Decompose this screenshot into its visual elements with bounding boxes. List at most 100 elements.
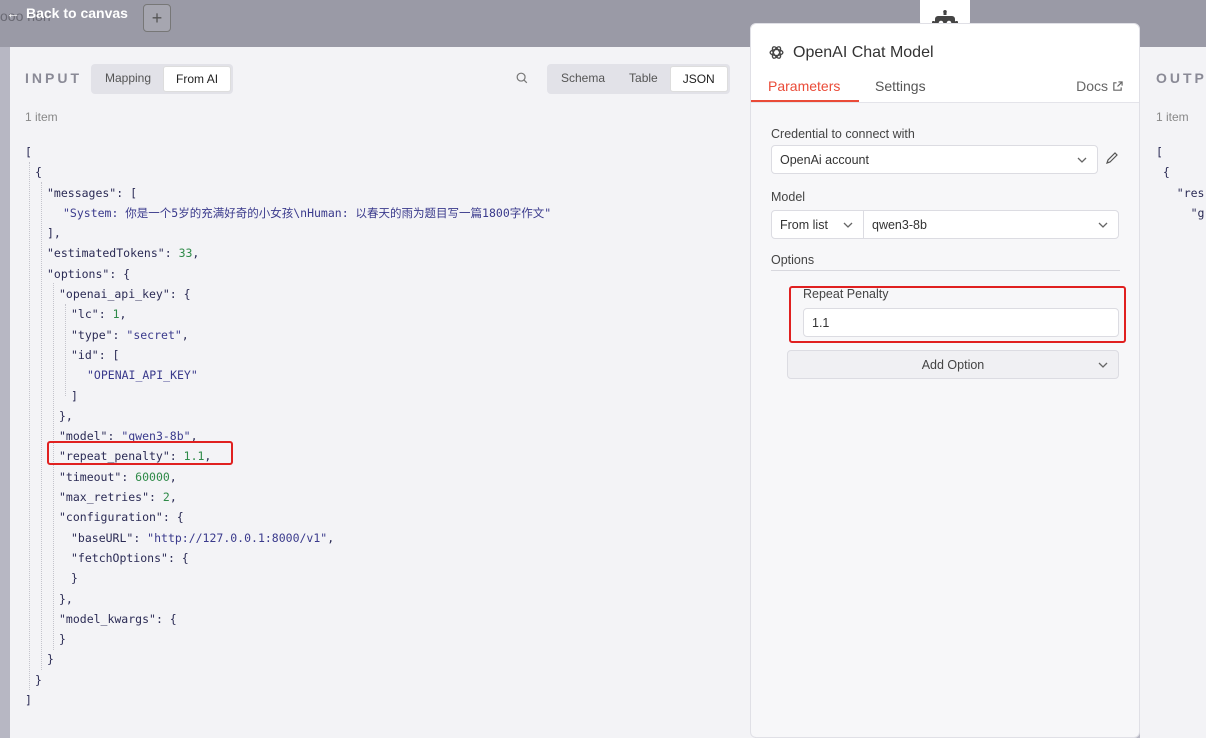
json-line: "id": [ bbox=[25, 345, 740, 365]
json-line: "options": { bbox=[25, 264, 740, 284]
json-punctuation: : { bbox=[169, 287, 191, 302]
model-label: Model bbox=[771, 190, 806, 204]
output-panel-label: OUTPU bbox=[1156, 70, 1206, 86]
mapping-option-mapping[interactable]: Mapping bbox=[93, 66, 163, 92]
json-line: "model_kwargs": { bbox=[25, 609, 740, 629]
credential-label: Credential to connect with bbox=[771, 127, 915, 141]
model-mode-select[interactable]: From list bbox=[771, 210, 864, 239]
json-key[interactable]: "estimatedTokens" bbox=[47, 246, 165, 260]
json-punctuation: : bbox=[149, 490, 163, 505]
json-string[interactable]: "secret" bbox=[126, 328, 181, 342]
json-number[interactable]: 1 bbox=[113, 307, 120, 321]
json-line: "type": "secret", bbox=[25, 325, 740, 345]
json-key[interactable]: "model_kwargs" bbox=[59, 612, 156, 626]
view-option-table[interactable]: Table bbox=[617, 66, 670, 92]
json-line: "messages": [ bbox=[25, 183, 740, 203]
node-title: OpenAI Chat Model bbox=[793, 44, 934, 61]
output-json-preview: [ { "res "g bbox=[1156, 145, 1205, 220]
add-option-label: Add Option bbox=[921, 357, 985, 372]
json-line: } bbox=[25, 568, 740, 588]
json-viewer: [{"messages": ["System: 你是一个5岁的充满好奇的小女孩\… bbox=[25, 142, 740, 710]
repeat-penalty-json-highlight bbox=[47, 441, 233, 465]
json-key[interactable]: "options" bbox=[47, 267, 109, 281]
json-line: ], bbox=[25, 223, 740, 243]
options-divider bbox=[771, 270, 1120, 271]
view-option-schema[interactable]: Schema bbox=[549, 66, 617, 92]
view-toggle: Schema Table JSON bbox=[547, 64, 730, 94]
json-line: ] bbox=[25, 386, 740, 406]
json-punctuation: }, bbox=[59, 408, 73, 423]
docs-link[interactable]: Docs bbox=[1076, 78, 1123, 94]
add-node-button[interactable]: + bbox=[143, 4, 171, 32]
json-key[interactable]: "type" bbox=[71, 328, 113, 342]
add-option-button[interactable]: Add Option bbox=[787, 350, 1119, 379]
json-punctuation: , bbox=[327, 530, 335, 545]
output-item-count: 1 item bbox=[1156, 110, 1189, 124]
json-punctuation: , bbox=[181, 327, 189, 342]
json-key[interactable]: "baseURL" bbox=[71, 531, 133, 545]
edit-credential-icon[interactable] bbox=[1105, 151, 1119, 165]
json-line: "System: 你是一个5岁的充满好奇的小女孩\nHuman: 以春天的雨为题… bbox=[25, 203, 740, 223]
json-key[interactable]: "lc" bbox=[71, 307, 99, 321]
json-line: "fetchOptions": { bbox=[25, 548, 740, 568]
openai-icon bbox=[769, 46, 784, 59]
json-key[interactable]: "messages" bbox=[47, 186, 116, 200]
view-option-json[interactable]: JSON bbox=[669, 66, 728, 92]
input-panel-label: INPUT bbox=[25, 70, 82, 86]
json-number[interactable]: 2 bbox=[163, 490, 170, 504]
json-punctuation: } bbox=[71, 571, 78, 586]
mapping-option-from-ai[interactable]: From AI bbox=[163, 66, 232, 92]
model-value: qwen3-8b bbox=[872, 217, 927, 232]
json-punctuation: }, bbox=[59, 591, 73, 606]
json-line: } bbox=[25, 629, 740, 649]
json-punctuation: : bbox=[112, 327, 127, 342]
back-to-canvas-label: Back to canvas bbox=[26, 5, 128, 21]
json-line: { bbox=[25, 162, 740, 182]
json-punctuation: : bbox=[164, 246, 179, 261]
json-key[interactable]: "fetchOptions" bbox=[71, 551, 168, 565]
json-line: }, bbox=[25, 589, 740, 609]
json-line: "lc": 1, bbox=[25, 304, 740, 324]
credential-select[interactable]: OpenAi account bbox=[771, 145, 1098, 174]
json-key[interactable]: "openai_api_key" bbox=[59, 287, 170, 301]
external-link-icon bbox=[1113, 80, 1123, 91]
json-line: }, bbox=[25, 406, 740, 426]
json-number[interactable]: 60000 bbox=[135, 470, 170, 484]
json-punctuation: } bbox=[35, 672, 42, 687]
json-key[interactable]: "timeout" bbox=[59, 470, 121, 484]
repeat-penalty-input[interactable]: 1.1 bbox=[803, 308, 1119, 337]
tab-parameters[interactable]: Parameters bbox=[768, 78, 840, 94]
json-punctuation: , bbox=[192, 246, 200, 261]
input-item-count: 1 item bbox=[25, 110, 58, 124]
json-punctuation: , bbox=[119, 307, 127, 322]
json-punctuation: , bbox=[169, 469, 177, 484]
json-punctuation: : bbox=[121, 469, 136, 484]
json-line: "timeout": 60000, bbox=[25, 467, 740, 487]
json-key[interactable]: "max_retries" bbox=[59, 490, 149, 504]
json-punctuation: ] bbox=[71, 388, 78, 403]
mapping-toggle: Mapping From AI bbox=[91, 64, 234, 94]
input-panel: INPUT Mapping From AI Schema Table JSON 1 i… bbox=[10, 47, 755, 738]
json-line: [ bbox=[25, 142, 740, 162]
json-key[interactable]: "configuration" bbox=[59, 510, 163, 524]
back-to-canvas-button[interactable]: ← Back to canvas bbox=[6, 3, 128, 23]
json-string[interactable]: "System: 你是一个5岁的充满好奇的小女孩\nHuman: 以春天的雨为题… bbox=[63, 206, 551, 220]
json-line: "configuration": { bbox=[25, 507, 740, 527]
chevron-down-icon bbox=[843, 222, 853, 228]
tab-settings[interactable]: Settings bbox=[875, 78, 926, 94]
json-punctuation: : [ bbox=[98, 347, 120, 362]
active-tab-indicator bbox=[751, 100, 859, 102]
json-number[interactable]: 33 bbox=[179, 246, 193, 260]
json-string[interactable]: "http://127.0.0.1:8000/v1" bbox=[147, 531, 327, 545]
json-key[interactable]: "id" bbox=[71, 348, 99, 362]
json-string[interactable]: "OPENAI_API_KEY" bbox=[87, 368, 198, 382]
search-icon[interactable] bbox=[515, 71, 529, 85]
json-punctuation: : { bbox=[109, 266, 131, 281]
docs-label: Docs bbox=[1076, 78, 1108, 94]
json-punctuation: } bbox=[47, 652, 54, 667]
json-line: "openai_api_key": { bbox=[25, 284, 740, 304]
model-select[interactable]: qwen3-8b bbox=[863, 210, 1119, 239]
json-punctuation: } bbox=[59, 632, 66, 647]
json-punctuation: : bbox=[98, 307, 113, 322]
output-panel: OUTPU 1 item [ { "res "g bbox=[1140, 47, 1206, 738]
